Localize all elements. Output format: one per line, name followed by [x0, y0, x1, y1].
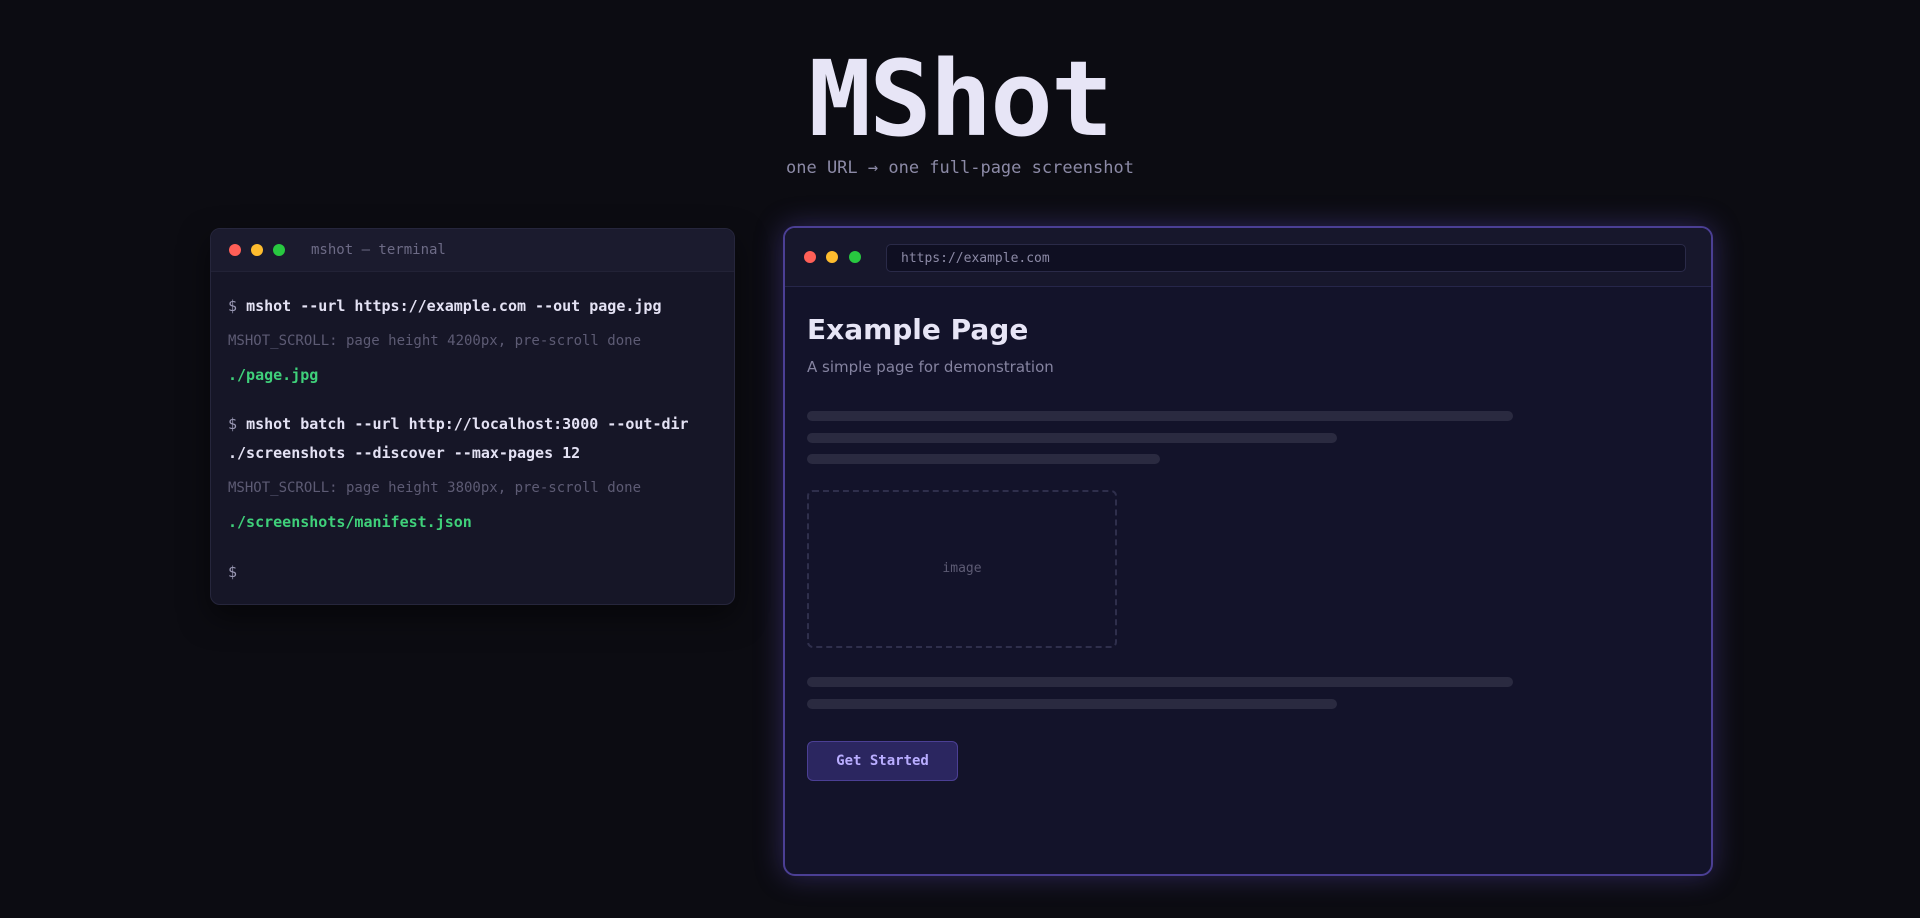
- address-bar[interactable]: https://example.com: [886, 244, 1686, 272]
- minimize-dot-icon[interactable]: [251, 244, 263, 256]
- browser-toolbar: https://example.com: [785, 228, 1711, 287]
- maximize-dot-icon[interactable]: [273, 244, 285, 256]
- hero-title: MShot: [808, 38, 1113, 160]
- terminal-command: mshot batch --url http://localhost:3000 …: [246, 415, 689, 433]
- terminal-title: mshot — terminal: [311, 242, 446, 258]
- skeleton-line: [807, 433, 1337, 443]
- terminal-log-line: MSHOT_SCROLL: page height 3800px, pre-sc…: [228, 480, 642, 496]
- terminal-prompt: $: [228, 415, 238, 433]
- close-dot-icon[interactable]: [804, 251, 816, 263]
- terminal-command: mshot --url https://example.com --out pa…: [246, 297, 662, 315]
- get-started-button[interactable]: Get Started: [807, 741, 958, 781]
- skeleton-line: [807, 699, 1337, 709]
- terminal-titlebar: mshot — terminal: [211, 229, 734, 272]
- stage: MShot one URL → one full-page screenshot…: [0, 0, 1920, 918]
- skeleton-line: [807, 411, 1513, 421]
- terminal-window: mshot — terminal $ mshot --url https://e…: [210, 228, 735, 605]
- page-description: A simple page for demonstration: [807, 358, 1054, 376]
- page-heading: Example Page: [807, 313, 1029, 346]
- terminal-prompt: $: [228, 563, 238, 581]
- browser-window: https://example.com Example Page A simpl…: [783, 226, 1713, 876]
- minimize-dot-icon[interactable]: [826, 251, 838, 263]
- maximize-dot-icon[interactable]: [849, 251, 861, 263]
- skeleton-line: [807, 454, 1160, 464]
- terminal-log-line: MSHOT_SCROLL: page height 4200px, pre-sc…: [228, 333, 642, 349]
- close-dot-icon[interactable]: [229, 244, 241, 256]
- skeleton-line: [807, 677, 1513, 687]
- hero-tagline: one URL → one full-page screenshot: [786, 158, 1134, 178]
- image-placeholder: image: [807, 490, 1117, 648]
- terminal-prompt: $: [228, 297, 238, 315]
- terminal-command-continued: ./screenshots --discover --max-pages 12: [228, 444, 581, 462]
- terminal-command-line: $ mshot --url https://example.com --out …: [228, 296, 661, 316]
- terminal-output-line: ./screenshots/manifest.json: [228, 513, 472, 531]
- terminal-command-line: $ mshot batch --url http://localhost:300…: [228, 414, 689, 434]
- terminal-input-line[interactable]: $: [228, 562, 237, 582]
- terminal-output-line: ./page.jpg: [228, 366, 319, 384]
